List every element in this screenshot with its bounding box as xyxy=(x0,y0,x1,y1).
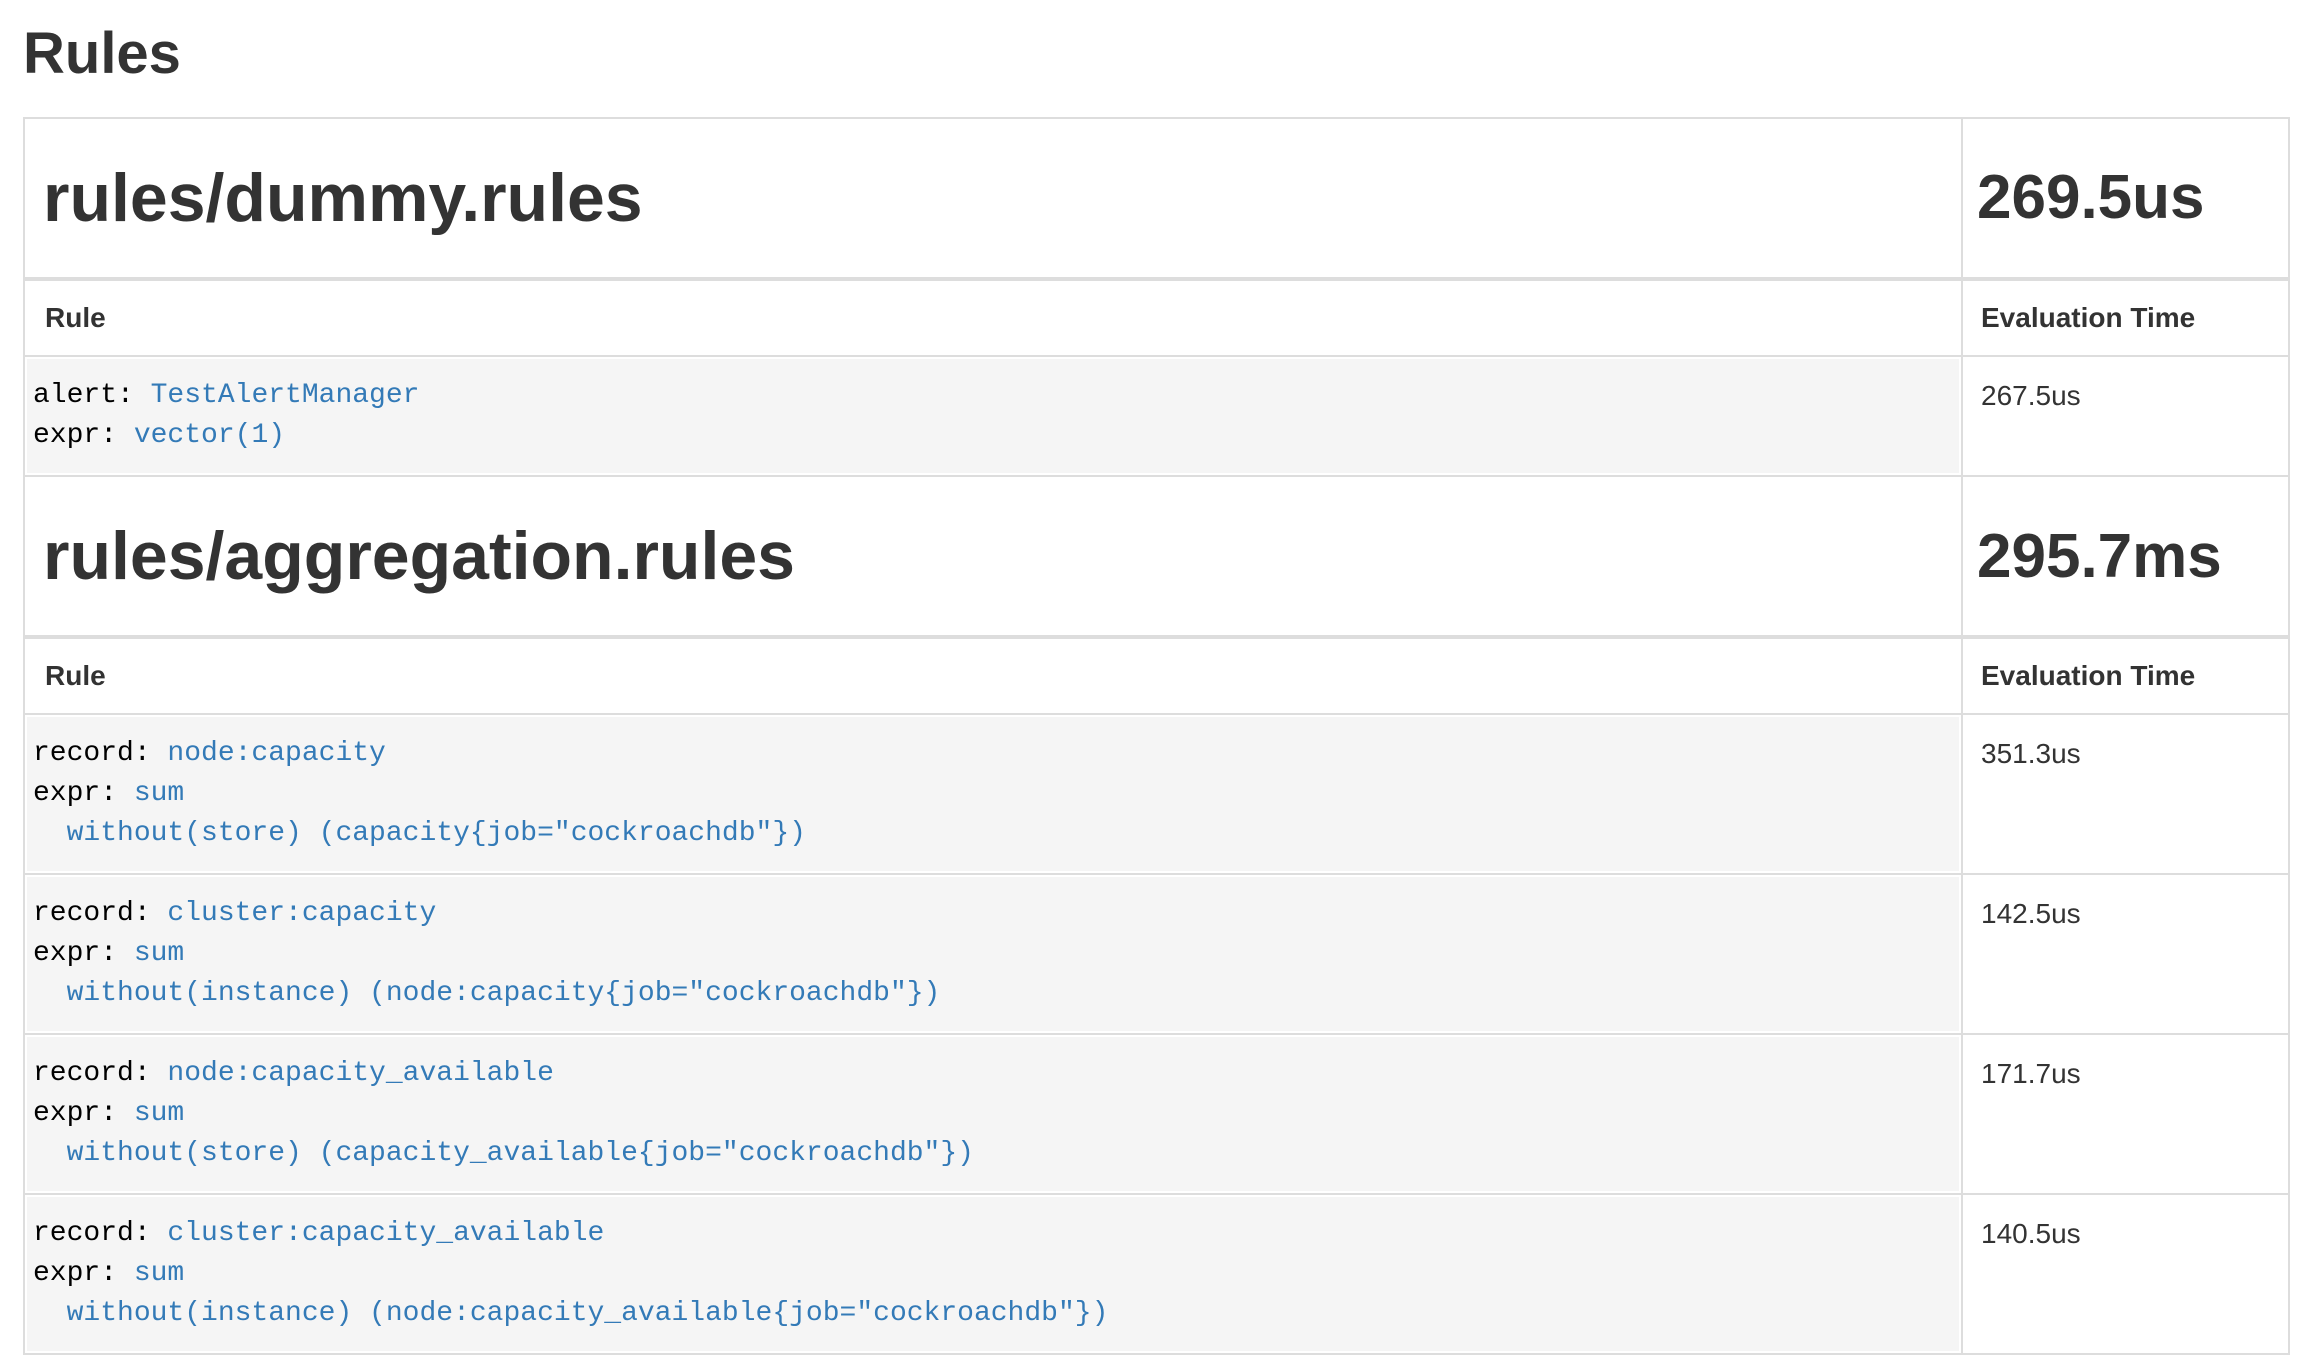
rule-code: alert: TestAlertManager expr: vector(1) xyxy=(27,359,1959,473)
rule-target-link[interactable]: cluster:capacity_available xyxy=(167,1218,604,1249)
rule-row: alert: TestAlertManager expr: vector(1) … xyxy=(24,356,2289,476)
rule-key-label: record: xyxy=(33,1218,167,1249)
rule-target-link[interactable]: TestAlertManager xyxy=(151,380,420,411)
rule-expr-link[interactable]: sum without(store) (capacity{job="cockro… xyxy=(33,778,806,849)
rule-row: record: node:capacity expr: sum without(… xyxy=(24,714,2289,874)
rule-eval-time: 267.5us xyxy=(1962,356,2289,476)
rule-code-line: expr: sum without(store) (capacity{job="… xyxy=(33,774,1949,854)
rule-row: record: cluster:capacity_available expr:… xyxy=(24,1194,2289,1354)
rule-expr-link[interactable]: sum without(instance) (node:capacity{job… xyxy=(33,938,940,1009)
rule-code: record: cluster:capacity_available expr:… xyxy=(27,1197,1959,1351)
rule-expr-label: expr: xyxy=(33,778,134,809)
rule-cell: record: node:capacity expr: sum without(… xyxy=(24,714,1962,874)
rule-code-line: expr: sum without(instance) (node:capaci… xyxy=(33,1254,1949,1334)
rule-code: record: cluster:capacity expr: sum witho… xyxy=(27,877,1959,1031)
rules-page: Rules rules/dummy.rules 269.5us Rule Eva… xyxy=(0,22,2316,1355)
rule-eval-time: 142.5us xyxy=(1962,874,2289,1034)
rule-code-line: record: node:capacity_available xyxy=(33,1054,1949,1094)
rule-expr-link[interactable]: sum without(instance) (node:capacity_ava… xyxy=(33,1258,1108,1329)
rule-target-link[interactable]: node:capacity_available xyxy=(167,1058,553,1089)
page-title: Rules xyxy=(23,22,2290,87)
column-header-row: Rule Evaluation Time xyxy=(24,279,2289,356)
rule-target-link[interactable]: cluster:capacity xyxy=(167,898,436,929)
rule-expr-label: expr: xyxy=(33,1258,134,1289)
rule-code: record: node:capacity_available expr: su… xyxy=(27,1037,1959,1191)
rule-expr-link[interactable]: sum without(store) (capacity_available{j… xyxy=(33,1098,974,1169)
rule-code-line: alert: TestAlertManager xyxy=(33,376,1949,416)
rule-expr-label: expr: xyxy=(33,420,134,451)
rule-cell: record: cluster:capacity expr: sum witho… xyxy=(24,874,1962,1034)
rule-eval-time: 140.5us xyxy=(1962,1194,2289,1354)
rule-code-line: expr: vector(1) xyxy=(33,416,1949,456)
rule-key-label: record: xyxy=(33,738,167,769)
rule-code-line: expr: sum without(store) (capacity_avail… xyxy=(33,1094,1949,1174)
rule-expr-link[interactable]: vector(1) xyxy=(134,420,285,451)
rule-eval-time: 171.7us xyxy=(1962,1034,2289,1194)
rule-code-line: record: cluster:capacity_available xyxy=(33,1214,1949,1254)
group-header-row: rules/dummy.rules 269.5us xyxy=(24,118,2289,279)
rule-code-line: expr: sum without(instance) (node:capaci… xyxy=(33,934,1949,1014)
rule-cell: alert: TestAlertManager expr: vector(1) xyxy=(24,356,1962,476)
group-eval-time: 295.7ms xyxy=(1962,476,2289,637)
group-name: rules/dummy.rules xyxy=(24,118,1962,279)
column-header-row: Rule Evaluation Time xyxy=(24,637,2289,714)
rule-target-link[interactable]: node:capacity xyxy=(167,738,385,769)
rule-cell: record: cluster:capacity_available expr:… xyxy=(24,1194,1962,1354)
time-column-header: Evaluation Time xyxy=(1962,279,2289,356)
rule-code: record: node:capacity expr: sum without(… xyxy=(27,717,1959,871)
rule-code-line: record: cluster:capacity xyxy=(33,894,1949,934)
rule-code-line: record: node:capacity xyxy=(33,734,1949,774)
rule-column-header: Rule xyxy=(24,637,1962,714)
rule-row: record: node:capacity_available expr: su… xyxy=(24,1034,2289,1194)
rule-expr-label: expr: xyxy=(33,938,134,969)
time-column-header: Evaluation Time xyxy=(1962,637,2289,714)
group-eval-time: 269.5us xyxy=(1962,118,2289,279)
rule-row: record: cluster:capacity expr: sum witho… xyxy=(24,874,2289,1034)
rule-cell: record: node:capacity_available expr: su… xyxy=(24,1034,1962,1194)
rule-key-label: alert: xyxy=(33,380,151,411)
group-name: rules/aggregation.rules xyxy=(24,476,1962,637)
group-header-row: rules/aggregation.rules 295.7ms xyxy=(24,476,2289,637)
rule-expr-label: expr: xyxy=(33,1098,134,1129)
rule-key-label: record: xyxy=(33,898,167,929)
rule-column-header: Rule xyxy=(24,279,1962,356)
rules-table: rules/dummy.rules 269.5us Rule Evaluatio… xyxy=(23,117,2290,1355)
rule-key-label: record: xyxy=(33,1058,167,1089)
rule-eval-time: 351.3us xyxy=(1962,714,2289,874)
